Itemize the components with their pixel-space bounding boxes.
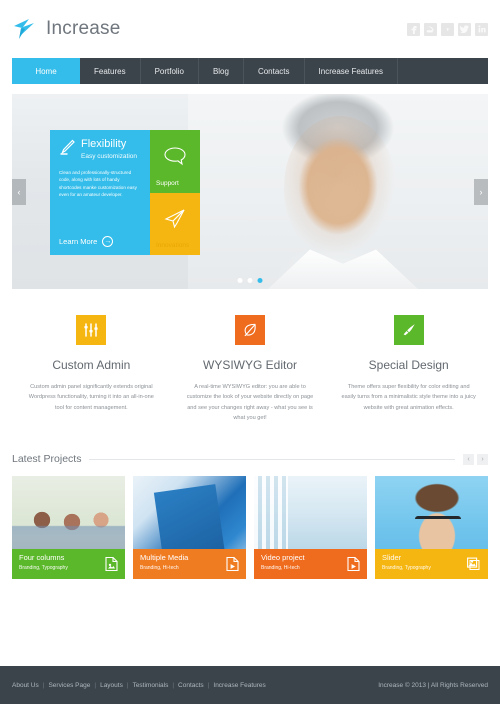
project-card[interactable]: Four columns Branding, Typography [12,476,125,580]
footer-link-contacts[interactable]: Contacts [178,682,204,689]
footer-link-increase-features[interactable]: Increase Features [213,682,265,689]
project-caption: Video project Branding, Hi-tech [254,549,367,580]
vimeo-icon[interactable]: v [441,22,454,36]
footer-copyright: Increase © 2013 | All Rights Reserved [378,681,488,689]
nav-item-home[interactable]: Home [12,58,80,84]
nav-item-features[interactable]: Features [80,58,141,84]
footer-link-about-us[interactable]: About Us [12,682,39,689]
footer-links: About Us | Services Page | Layouts | Tes… [12,682,266,689]
project-caption: Slider Branding, Typography [375,549,488,580]
feature-text: Theme offers super flexibility for color… [341,384,476,411]
project-tags: Branding, Hi-tech [140,564,179,571]
hero-prev-button[interactable]: ‹ [12,178,26,205]
document-video-icon [347,557,360,572]
nav-item-contacts[interactable]: Contacts [244,58,305,84]
hero-tile-support[interactable]: Support [150,130,200,193]
feature-title: WYSIWYG Editor [203,358,298,372]
feature-text: A real-time WYSIWYG editor: you are able… [186,384,314,422]
nav-item-blog[interactable]: Blog [199,58,244,84]
hero-tile-column: Support Innovations [150,130,200,255]
nav-item-increase-features[interactable]: Increase Features [305,58,399,84]
hero-next-button[interactable]: › [474,178,488,205]
project-name: Video project [261,553,305,563]
behance-icon[interactable] [424,22,437,36]
document-video-icon [226,557,239,572]
hero-dot-1[interactable] [237,278,243,283]
feature-title: Special Design [368,358,449,372]
hero-tile-subtitle: Easy customization [81,152,137,160]
page-root: Increase v Home Features Portfolio Blog … [0,0,500,704]
hero-tile-title: Flexibility [81,138,127,150]
hero-tile-titles: Flexibility Easy customization [81,138,137,160]
project-card[interactable]: Multiple Media Branding, Hi-tech [133,476,246,580]
latest-projects-title: Latest Projects [12,453,82,466]
hero-tile-body: Clean and professionally-structured code… [59,169,137,198]
projects-next-button[interactable]: › [477,453,488,465]
latest-projects-nav: ‹ › [463,453,488,465]
nav-item-portfolio[interactable]: Portfolio [141,58,199,84]
project-card[interactable]: Slider Branding, Typography [375,476,488,580]
hero-tile-flexibility[interactable]: Flexibility Easy customization Clean and… [50,130,150,255]
hero-photo-face [284,116,396,256]
project-name: Multiple Media [140,553,189,563]
main-navigation: Home Features Portfolio Blog Contacts In… [12,58,488,84]
twitter-icon[interactable] [458,22,471,36]
footer-separator: | [94,681,97,689]
leaf-icon [235,315,265,345]
features-section: Custom Admin Custom admin panel signific… [12,315,488,423]
hero-dot-3[interactable] [257,278,263,283]
learn-more-button[interactable]: Learn More → [59,236,114,247]
hero-tile-innovations-label: Innovations [156,242,190,249]
sliders-icon [76,315,107,345]
feature-custom-admin: Custom Admin Custom admin panel signific… [12,315,171,423]
hero-tile-support-label: Support [156,179,179,187]
site-footer: About Us | Services Page | Layouts | Tes… [0,666,500,704]
linkedin-icon[interactable] [475,22,488,36]
project-tags: Branding, Hi-tech [261,564,300,571]
brush-icon [393,315,424,345]
site-header: Increase v [0,0,500,58]
footer-link-services-page[interactable]: Services Page [48,682,90,689]
projects-grid: Four columns Branding, Typography Multip… [12,476,488,580]
project-caption: Multiple Media Branding, Hi-tech [133,549,246,580]
hero-dot-2[interactable] [247,278,253,283]
footer-link-layouts[interactable]: Layouts [100,682,123,689]
footer-separator: | [207,681,210,689]
footer-separator: | [172,681,175,689]
projects-prev-button[interactable]: ‹ [463,453,474,465]
project-tags: Branding, Typography [19,564,68,571]
latest-projects-header: Latest Projects ‹ › [12,453,488,465]
hero-tile-header: Flexibility Easy customization [59,138,142,160]
facebook-icon[interactable] [407,22,420,36]
hero-tiles: Flexibility Easy customization Clean and… [50,130,200,255]
feature-text: Custom admin panel significantly extends… [28,384,154,411]
footer-link-testimonials[interactable]: Testimonials [133,682,169,689]
hero-photo [188,94,488,289]
site-logo[interactable]: Increase [12,17,120,41]
project-name: Four columns [19,553,65,563]
divider [89,458,455,460]
footer-separator: | [42,681,45,689]
footer-separator: | [126,681,129,689]
speech-bubble-icon [164,147,186,166]
project-caption: Four columns Branding, Typography [12,549,125,580]
social-links: v [407,22,488,36]
document-image-icon [105,557,118,572]
logo-text: Increase [46,18,121,39]
gallery-stack-icon [467,557,480,571]
hero-tile-innovations[interactable]: Innovations [150,192,200,255]
arrow-right-circle-icon: → [102,236,114,247]
pen-icon [60,139,75,155]
hero-pagination [237,278,263,283]
svg-text:v: v [446,26,449,33]
paper-plane-icon [164,209,185,229]
project-card[interactable]: Video project Branding, Hi-tech [254,476,367,580]
feature-title: Custom Admin [52,358,131,372]
feature-wysiwyg-editor: WYSIWYG Editor A real-time WYSIWYG edito… [171,315,330,423]
feature-special-design: Special Design Theme offers super flexib… [329,315,488,423]
learn-more-label: Learn More [59,237,98,246]
hero-slider: Flexibility Easy customization Clean and… [12,94,488,289]
bird-logo-icon [14,19,34,39]
